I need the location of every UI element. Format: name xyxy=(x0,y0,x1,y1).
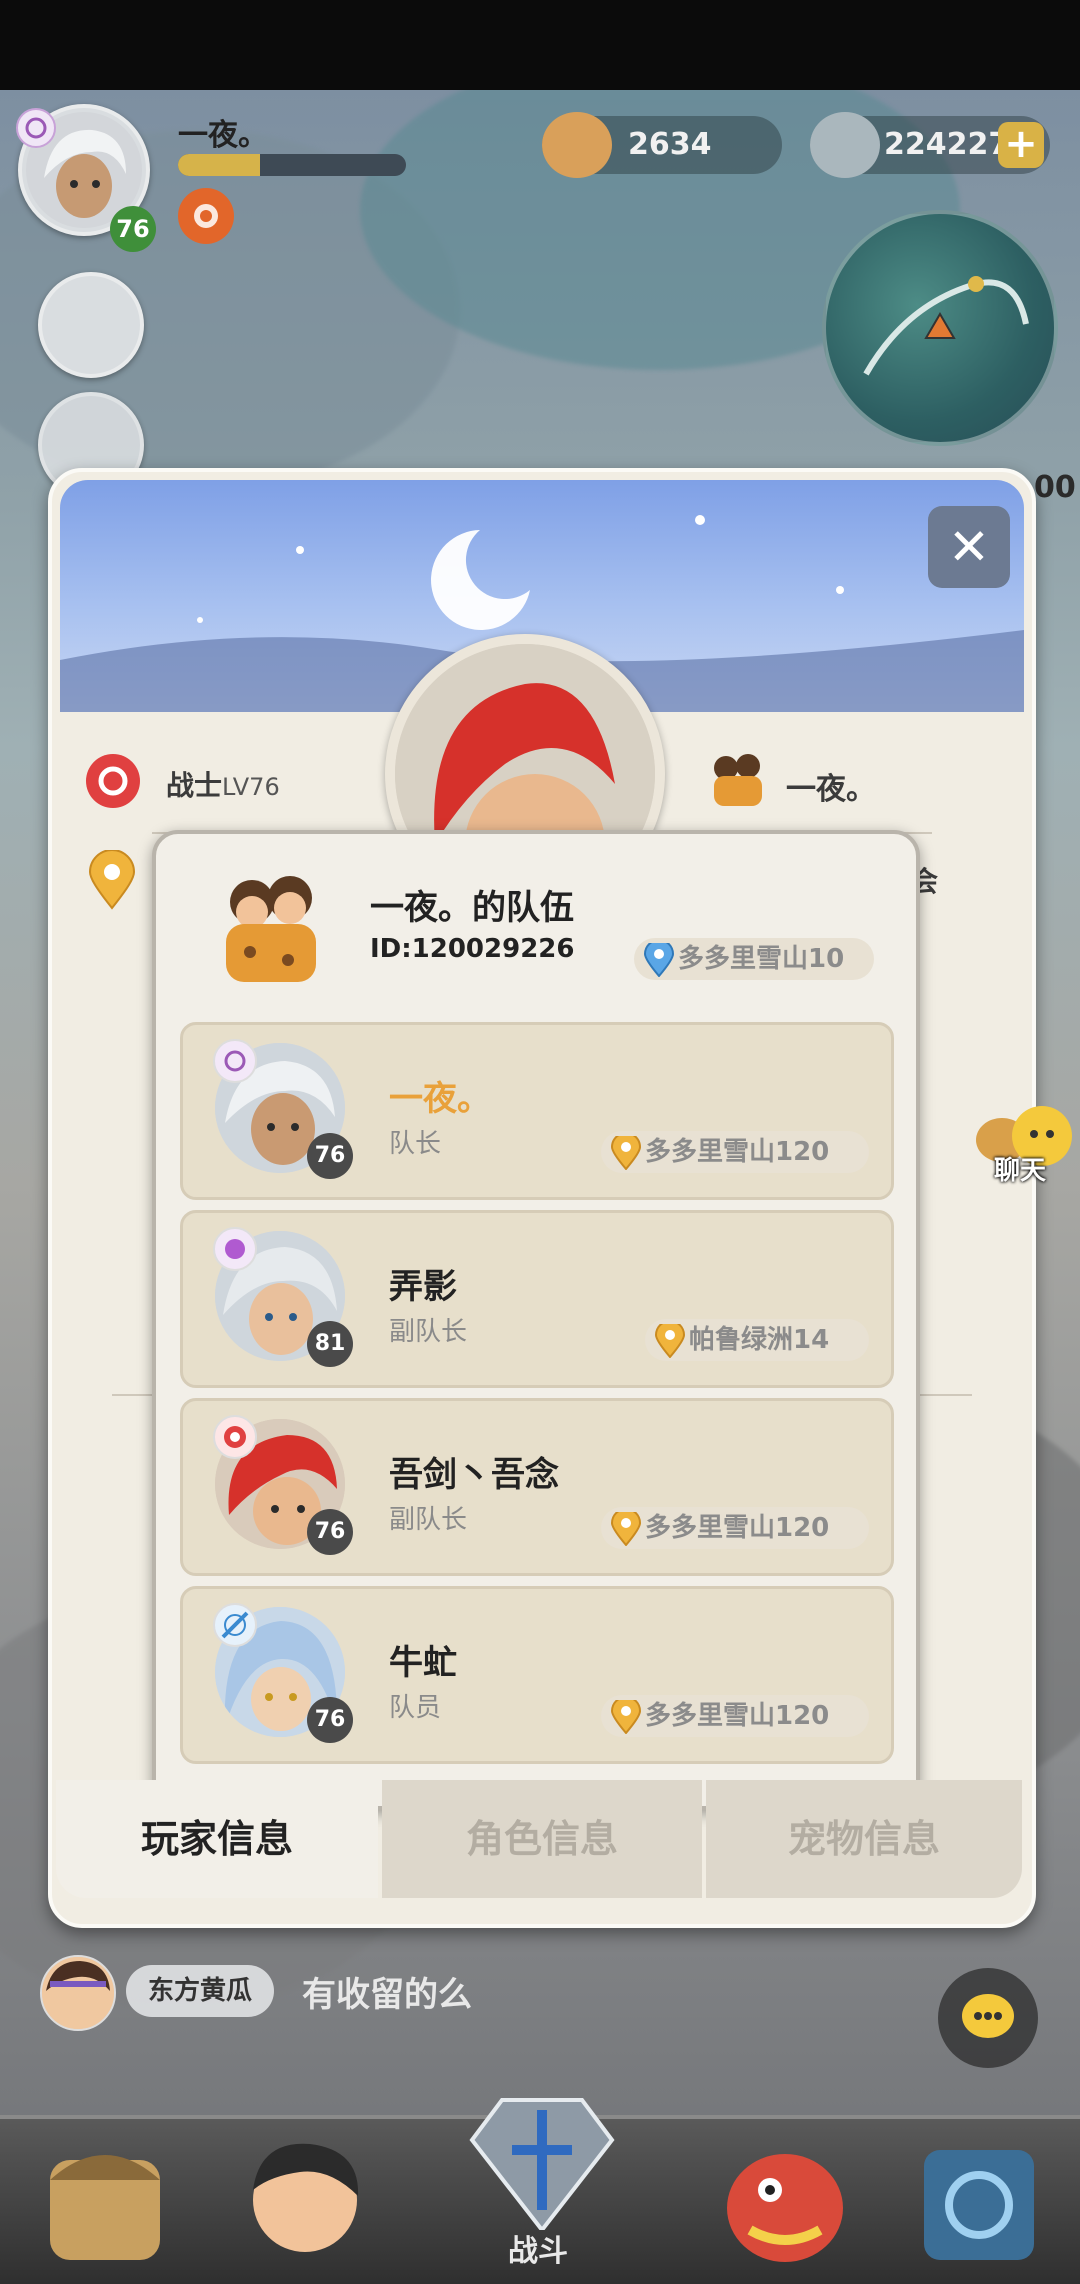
member-location-pill: 多多里雪山120 xyxy=(601,1695,869,1737)
pet-icon xyxy=(727,2154,843,2262)
member-level-badge: 76 xyxy=(307,1509,353,1555)
member-level-badge: 76 xyxy=(307,1697,353,1743)
close-button[interactable]: ✕ xyxy=(928,506,1010,588)
location-pin-icon xyxy=(88,849,136,910)
chat-open-button[interactable]: 聊天 xyxy=(972,1100,1072,1210)
class-info: 战士LV76 xyxy=(166,764,280,804)
member-location-text: 帕鲁绿洲14 xyxy=(689,1325,830,1355)
member-name: 吾剑丶吾念 xyxy=(389,1455,559,1495)
nav-camp-button[interactable] xyxy=(30,2130,180,2270)
chat-side-label: 聊天 xyxy=(994,1156,1047,1186)
chat-message-text: 有收留的么 xyxy=(302,1975,472,2015)
team-popup: 一夜。的队伍 ID:120029226 多多里雪山10 76 一夜。 队长 多多… xyxy=(152,830,920,1810)
chat-icon xyxy=(962,1994,1014,2038)
chat-sender-name[interactable]: 东方黄瓜 xyxy=(126,1965,275,2017)
nav-battle-button[interactable]: 战斗 xyxy=(462,2080,622,2270)
map-terrain-icon xyxy=(863,276,1029,376)
team-icon xyxy=(706,746,770,810)
currency-pearl[interactable]: 224227 + xyxy=(810,112,1050,178)
team-owner-name: 一夜。 xyxy=(786,772,876,807)
member-name: 一夜。 xyxy=(389,1079,491,1119)
warrior-class-icon xyxy=(213,1415,257,1459)
team-title: 一夜。的队伍 xyxy=(370,888,574,928)
class-icon xyxy=(16,108,56,148)
location-pin-icon xyxy=(611,1700,641,1734)
team-member-row[interactable]: 76 吾剑丶吾念 副队长 多多里雪山120 xyxy=(180,1398,894,1576)
assassin-class-icon xyxy=(213,1603,257,1647)
location-pin-icon xyxy=(611,1136,641,1170)
nav-pet-button[interactable] xyxy=(710,2130,860,2270)
character-icon xyxy=(253,2143,359,2252)
edge-partial-text: 00 xyxy=(1034,470,1076,505)
skill-book-icon xyxy=(924,2150,1034,2260)
nav-skill-button[interactable] xyxy=(904,2130,1054,2270)
exp-bar xyxy=(178,154,406,176)
member-level-badge: 81 xyxy=(307,1321,353,1367)
camp-icon xyxy=(50,2155,160,2260)
team-member-row[interactable]: 81 弄影 副队长 帕鲁绿洲14 xyxy=(180,1210,894,1388)
currency-shell-value: 2634 xyxy=(628,127,712,162)
player-level-badge: 76 xyxy=(110,206,156,252)
member-role: 副队长 xyxy=(389,1317,468,1347)
location-pin-icon xyxy=(644,943,674,977)
minimap[interactable] xyxy=(822,210,1058,446)
member-name: 牛虻 xyxy=(389,1643,457,1683)
add-currency-button[interactable]: + xyxy=(998,122,1044,168)
class-level: LV76 xyxy=(222,773,280,801)
member-location-pill: 多多里雪山120 xyxy=(601,1507,869,1549)
location-pin-icon xyxy=(611,1512,641,1546)
chat-sender-avatar xyxy=(40,1955,116,2031)
exp-bar-fill xyxy=(178,154,261,176)
member-role: 队长 xyxy=(389,1129,442,1159)
member-role: 队员 xyxy=(389,1693,442,1723)
chat-input-button[interactable] xyxy=(938,1968,1038,2068)
nav-battle-label: 战斗 xyxy=(508,2234,568,2269)
team-avatar-icon xyxy=(216,868,326,988)
currency-shell[interactable]: 2634 xyxy=(542,112,782,178)
member-location-text: 多多里雪山120 xyxy=(645,1701,830,1731)
tab-pet-info[interactable]: 宠物信息 xyxy=(706,1780,1022,1898)
mage-class-icon xyxy=(213,1039,257,1083)
priest-class-icon xyxy=(213,1227,257,1271)
teammate-avatar[interactable] xyxy=(38,272,144,378)
nav-character-button[interactable] xyxy=(230,2130,380,2270)
warrior-class-icon xyxy=(86,754,140,808)
class-label: 战士 xyxy=(166,769,223,802)
team-member-row[interactable]: 76 一夜。 队长 多多里雪山120 xyxy=(180,1022,894,1200)
team-location-pill: 多多里雪山10 xyxy=(634,938,874,980)
battle-sword-icon xyxy=(469,2098,615,2234)
status-buff-icon[interactable] xyxy=(178,188,234,244)
member-location-pill: 帕鲁绿洲14 xyxy=(645,1319,869,1361)
location-pin-icon xyxy=(655,1324,685,1358)
player-name: 一夜。 xyxy=(178,118,268,153)
member-level-badge: 76 xyxy=(307,1133,353,1179)
team-id: ID:120029226 xyxy=(370,934,575,964)
team-member-row[interactable]: 76 牛虻 队员 多多里雪山120 xyxy=(180,1586,894,1764)
member-name: 弄影 xyxy=(389,1267,457,1307)
tab-character-info[interactable]: 角色信息 xyxy=(382,1780,702,1898)
member-location-text: 多多里雪山120 xyxy=(645,1513,830,1543)
currency-pearl-value: 224227 xyxy=(884,127,1010,162)
pearl-icon xyxy=(810,112,880,178)
member-role: 副队长 xyxy=(389,1505,468,1535)
member-location-pill: 多多里雪山120 xyxy=(601,1131,869,1173)
tab-player-info[interactable]: 玩家信息 xyxy=(56,1780,378,1898)
member-location-text: 多多里雪山120 xyxy=(645,1137,830,1167)
shell-icon xyxy=(542,112,612,178)
team-location-text: 多多里雪山10 xyxy=(678,944,845,974)
